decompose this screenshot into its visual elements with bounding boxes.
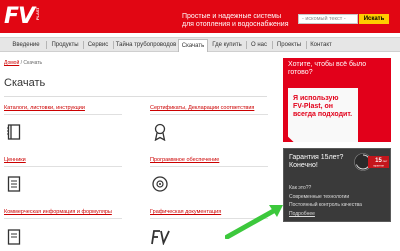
divider: [150, 166, 268, 167]
site-header: FV PLAST Простые и надежные системы для …: [0, 0, 400, 33]
price-list-icon[interactable]: [7, 176, 21, 192]
section-link-certificates[interactable]: Сертификаты, Декларации соответствия: [150, 105, 254, 111]
search-button[interactable]: Искать: [359, 14, 389, 24]
site-tagline: Простые и надежные системы для отопления…: [182, 13, 289, 28]
nav-item-products[interactable]: Продукты: [48, 39, 82, 51]
logo-text: FV: [4, 4, 35, 29]
guarantee-question: Как это??: [289, 185, 312, 191]
section-link-commercial-info[interactable]: Коммерческая информация и формуляры: [4, 209, 112, 215]
section-link-price-lists[interactable]: Ценники: [4, 157, 26, 163]
guarantee-box: Гарантия 15лет? Конечно! 15 лет гарантия…: [283, 148, 391, 222]
nav-item-where-to-buy[interactable]: Где купить: [210, 39, 244, 51]
divider: [150, 114, 268, 115]
section-link-graphic-docs[interactable]: Графическая документация: [150, 209, 221, 215]
breadcrumb: Домой / Скачать: [4, 60, 42, 66]
nav-separator: [272, 41, 273, 49]
breadcrumb-home[interactable]: Домой: [4, 60, 19, 66]
nav-item-pipes-secret[interactable]: Тайна трубопроводов: [115, 39, 177, 51]
promo-answer-line: Я использую: [293, 95, 339, 102]
promo-answer-line: всегда подходит.: [293, 111, 353, 118]
nav-separator: [83, 41, 84, 49]
guarantee-feature: Современные технологии: [289, 194, 350, 200]
guarantee-feature: Постоянный контроль качества: [289, 202, 362, 208]
promo-answer-line: FV-Plast, он: [293, 103, 334, 110]
search-input[interactable]: [298, 14, 358, 24]
badge-years: 15: [375, 158, 382, 164]
award-ribbon-icon[interactable]: [153, 123, 167, 141]
book-icon[interactable]: [7, 124, 21, 140]
nav-item-download[interactable]: Скачать: [178, 39, 208, 52]
nav-item-intro[interactable]: Введение: [8, 39, 44, 51]
nav-item-about[interactable]: О нас: [248, 39, 270, 51]
breadcrumb-current: Скачать: [23, 60, 43, 66]
page-title: Скачать: [4, 77, 46, 89]
divider: [4, 166, 122, 167]
nav-item-service[interactable]: Сервис: [85, 39, 111, 51]
logo-sub: PLAST: [35, 7, 40, 21]
document-icon[interactable]: [7, 229, 21, 245]
guarantee-title: Гарантия 15лет? Конечно!: [289, 154, 344, 169]
fv-logo-icon[interactable]: [150, 229, 170, 245]
divider: [4, 96, 267, 97]
section-link-software[interactable]: Программное обеспечение: [150, 157, 219, 163]
badge-unit: лет: [383, 159, 388, 163]
nav-separator: [46, 41, 47, 49]
nav-item-contact[interactable]: Контакт: [308, 39, 334, 51]
nav-separator: [113, 41, 114, 49]
nav-item-projects[interactable]: Проекты: [274, 39, 304, 51]
promo-question: Хотите, чтобы всё было готово?: [288, 61, 367, 76]
main-nav: Введение Продукты Сервис Тайна трубопров…: [0, 37, 400, 52]
guarantee-more-link[interactable]: Подробнее: [289, 211, 315, 217]
nav-separator: [306, 41, 307, 49]
badge-label: гарантия: [373, 165, 384, 168]
section-link-catalogs[interactable]: Каталоги, листовки, инструкции: [4, 105, 85, 111]
promo-speech-bubble: Я использую FV-Plast, он всегда подходит…: [288, 88, 358, 142]
nav-separator: [246, 41, 247, 49]
promo-banner[interactable]: Хотите, чтобы всё было готово? Я использ…: [283, 58, 391, 142]
annotation-arrow-icon: [225, 205, 283, 239]
guarantee-badge-icon: 15 лет гарантия: [354, 153, 389, 171]
breadcrumb-separator: /: [20, 60, 23, 66]
fv-plast-logo[interactable]: FV PLAST: [4, 4, 40, 30]
cd-disc-icon[interactable]: [152, 176, 168, 192]
divider: [4, 218, 122, 219]
divider: [4, 114, 122, 115]
